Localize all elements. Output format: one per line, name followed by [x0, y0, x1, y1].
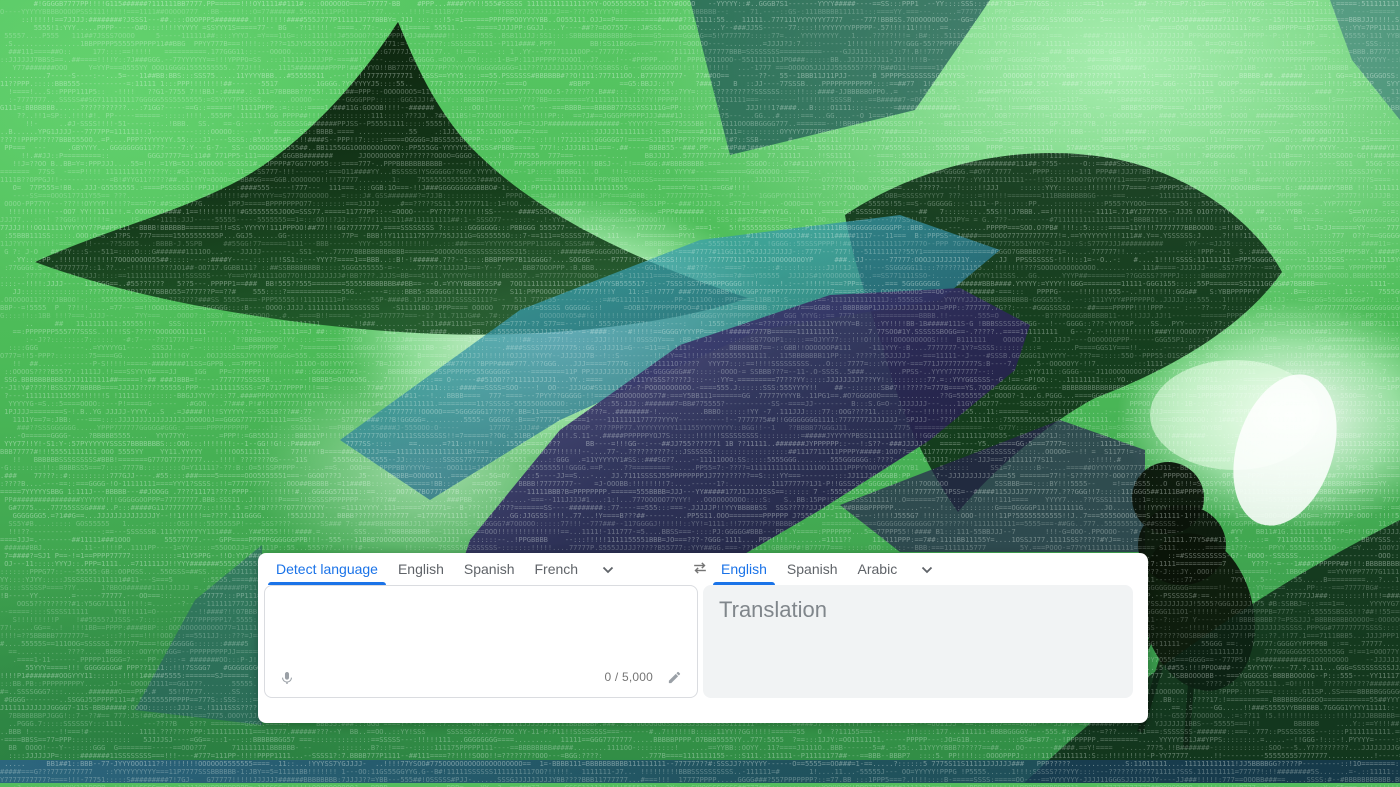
language-tabs-row: Detect language English Spanish French E… [258, 553, 1148, 585]
microphone-button[interactable] [275, 667, 299, 691]
bottom-blue-strip [0, 760, 1400, 783]
swap-arrows-icon [690, 558, 710, 581]
tab-detect-language[interactable]: Detect language [276, 553, 378, 585]
char-counter: 0 / 5,000 [604, 670, 653, 684]
teal-patch-top-right [1330, 0, 1400, 120]
source-text-box: 0 / 5,000 [264, 585, 698, 698]
source-language-tabs: Detect language English Spanish French [276, 553, 616, 585]
translate-panel: Detect language English Spanish French E… [258, 553, 1148, 723]
tab-source-spanish[interactable]: Spanish [464, 553, 515, 585]
tab-source-french[interactable]: French [534, 553, 578, 585]
teal-patch-top [690, 0, 990, 155]
tab-target-english[interactable]: English [721, 553, 767, 585]
band-tail-left [135, 545, 262, 725]
source-more-languages-button[interactable] [600, 560, 616, 579]
edit-button[interactable] [663, 668, 685, 690]
tab-source-english[interactable]: English [398, 553, 444, 585]
chevron-down-icon [602, 562, 614, 577]
tab-target-arabic[interactable]: Arabic [858, 553, 898, 585]
tab-target-spanish[interactable]: Spanish [787, 553, 838, 585]
swap-languages-button[interactable] [688, 557, 712, 581]
bottom-green-edge [0, 783, 1400, 787]
target-language-tabs: English Spanish Arabic [721, 553, 935, 585]
chevron-down-icon [921, 562, 933, 577]
target-more-languages-button[interactable] [919, 560, 935, 579]
edit-pencil-icon [667, 670, 682, 688]
translation-placeholder: Translation [719, 597, 827, 623]
translation-box: Translation [703, 585, 1133, 698]
microphone-icon [278, 669, 296, 690]
